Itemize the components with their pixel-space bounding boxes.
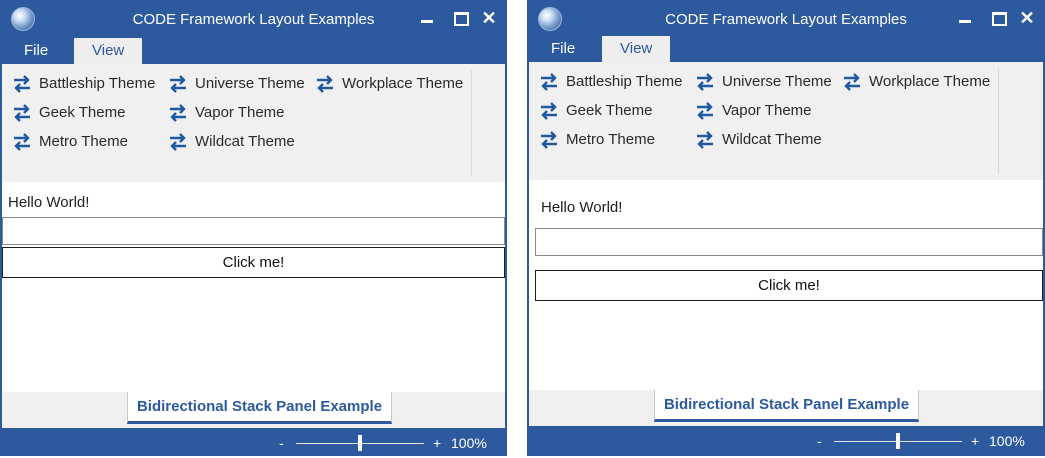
click-me-button[interactable]: Click me!	[2, 247, 505, 278]
theme-label: Wildcat Theme	[722, 131, 822, 148]
switch-arrows-icon	[170, 75, 186, 93]
zoom-level: 100%	[989, 433, 1025, 449]
zoom-out-button[interactable]: -	[817, 433, 822, 449]
tab-strip: Bidirectional Stack Panel Example	[529, 390, 1043, 426]
close-icon: ✕	[1019, 8, 1035, 28]
theme-label: Geek Theme	[39, 104, 126, 121]
zoom-slider[interactable]	[834, 433, 962, 449]
menu-bar: File View	[527, 36, 1045, 62]
minimize-icon	[421, 20, 433, 23]
tab-strip: Bidirectional Stack Panel Example	[2, 392, 505, 428]
content-area: Hello World! Click me!	[2, 182, 505, 392]
close-button[interactable]: ✕	[1013, 5, 1041, 31]
theme-metro-button[interactable]: Metro Theme	[11, 130, 128, 154]
app-window-right: CODE Framework Layout Examples ✕ File Vi…	[527, 0, 1045, 456]
theme-battleship-button[interactable]: Battleship Theme	[11, 72, 155, 96]
theme-workplace-button[interactable]: Workplace Theme	[314, 72, 463, 96]
zoom-level: 100%	[451, 435, 487, 451]
ribbon: Battleship Theme Universe Theme Workplac…	[529, 62, 1043, 180]
switch-arrows-icon	[541, 73, 557, 91]
menu-view[interactable]: View	[602, 36, 670, 62]
zoom-in-button[interactable]: +	[971, 433, 979, 449]
theme-label: Vapor Theme	[195, 104, 285, 121]
menu-view[interactable]: View	[74, 38, 142, 64]
ribbon-separator	[998, 68, 999, 174]
text-input[interactable]	[2, 217, 505, 245]
switch-arrows-icon	[541, 131, 557, 149]
title-bar: CODE Framework Layout Examples ✕	[527, 0, 1045, 38]
theme-workplace-button[interactable]: Workplace Theme	[841, 70, 990, 94]
zoom-out-button[interactable]: -	[279, 435, 284, 451]
minimize-icon	[959, 20, 971, 23]
status-bar: - + 100%	[527, 426, 1045, 456]
menu-file[interactable]: File	[6, 38, 66, 64]
switch-arrows-icon	[170, 104, 186, 122]
theme-universe-button[interactable]: Universe Theme	[167, 72, 305, 96]
theme-vapor-button[interactable]: Vapor Theme	[167, 101, 285, 125]
close-icon: ✕	[481, 8, 497, 28]
zoom-slider[interactable]	[296, 435, 424, 451]
theme-wildcat-button[interactable]: Wildcat Theme	[167, 130, 295, 154]
tab-bidirectional-stack-panel[interactable]: Bidirectional Stack Panel Example	[654, 390, 919, 422]
theme-label: Workplace Theme	[342, 75, 464, 92]
theme-geek-button[interactable]: Geek Theme	[538, 99, 652, 123]
maximize-icon	[991, 12, 1007, 26]
maximize-icon	[453, 12, 469, 26]
zoom-in-button[interactable]: +	[433, 435, 441, 451]
ribbon: Battleship Theme Universe Theme Workplac…	[2, 64, 505, 182]
menu-file[interactable]: File	[533, 36, 593, 62]
click-me-button[interactable]: Click me!	[535, 270, 1043, 301]
theme-label: Universe Theme	[722, 73, 832, 90]
theme-battleship-button[interactable]: Battleship Theme	[538, 70, 682, 94]
theme-label: Vapor Theme	[722, 102, 812, 119]
zoom-slider-thumb[interactable]	[896, 433, 900, 449]
theme-label: Battleship Theme	[566, 73, 683, 90]
text-input[interactable]	[535, 228, 1043, 256]
minimize-button[interactable]	[413, 5, 441, 31]
theme-vapor-button[interactable]: Vapor Theme	[694, 99, 812, 123]
app-window-left: CODE Framework Layout Examples ✕ File Vi…	[0, 0, 507, 456]
switch-arrows-icon	[697, 102, 713, 120]
title-bar: CODE Framework Layout Examples ✕	[0, 0, 507, 38]
theme-geek-button[interactable]: Geek Theme	[11, 101, 125, 125]
content-area: Hello World! Click me!	[529, 180, 1043, 390]
switch-arrows-icon	[317, 75, 333, 93]
maximize-button[interactable]	[447, 5, 475, 31]
switch-arrows-icon	[170, 133, 186, 151]
theme-universe-button[interactable]: Universe Theme	[694, 70, 832, 94]
theme-label: Universe Theme	[195, 75, 305, 92]
theme-label: Metro Theme	[566, 131, 655, 148]
close-button[interactable]: ✕	[475, 5, 503, 31]
switch-arrows-icon	[844, 73, 860, 91]
theme-label: Wildcat Theme	[195, 133, 295, 150]
ribbon-separator	[471, 70, 472, 176]
menu-bar: File View	[0, 38, 507, 64]
minimize-button[interactable]	[951, 5, 979, 31]
maximize-button[interactable]	[985, 5, 1013, 31]
hello-label: Hello World!	[8, 194, 90, 211]
switch-arrows-icon	[14, 104, 30, 122]
hello-label: Hello World!	[541, 199, 623, 216]
theme-label: Workplace Theme	[869, 73, 991, 90]
theme-label: Metro Theme	[39, 133, 128, 150]
theme-label: Geek Theme	[566, 102, 653, 119]
zoom-slider-thumb[interactable]	[358, 435, 362, 451]
switch-arrows-icon	[14, 133, 30, 151]
switch-arrows-icon	[541, 102, 557, 120]
switch-arrows-icon	[697, 131, 713, 149]
tab-bidirectional-stack-panel[interactable]: Bidirectional Stack Panel Example	[127, 392, 392, 424]
theme-wildcat-button[interactable]: Wildcat Theme	[694, 128, 822, 152]
theme-metro-button[interactable]: Metro Theme	[538, 128, 655, 152]
switch-arrows-icon	[697, 73, 713, 91]
status-bar: - + 100%	[0, 428, 507, 458]
switch-arrows-icon	[14, 75, 30, 93]
theme-label: Battleship Theme	[39, 75, 156, 92]
